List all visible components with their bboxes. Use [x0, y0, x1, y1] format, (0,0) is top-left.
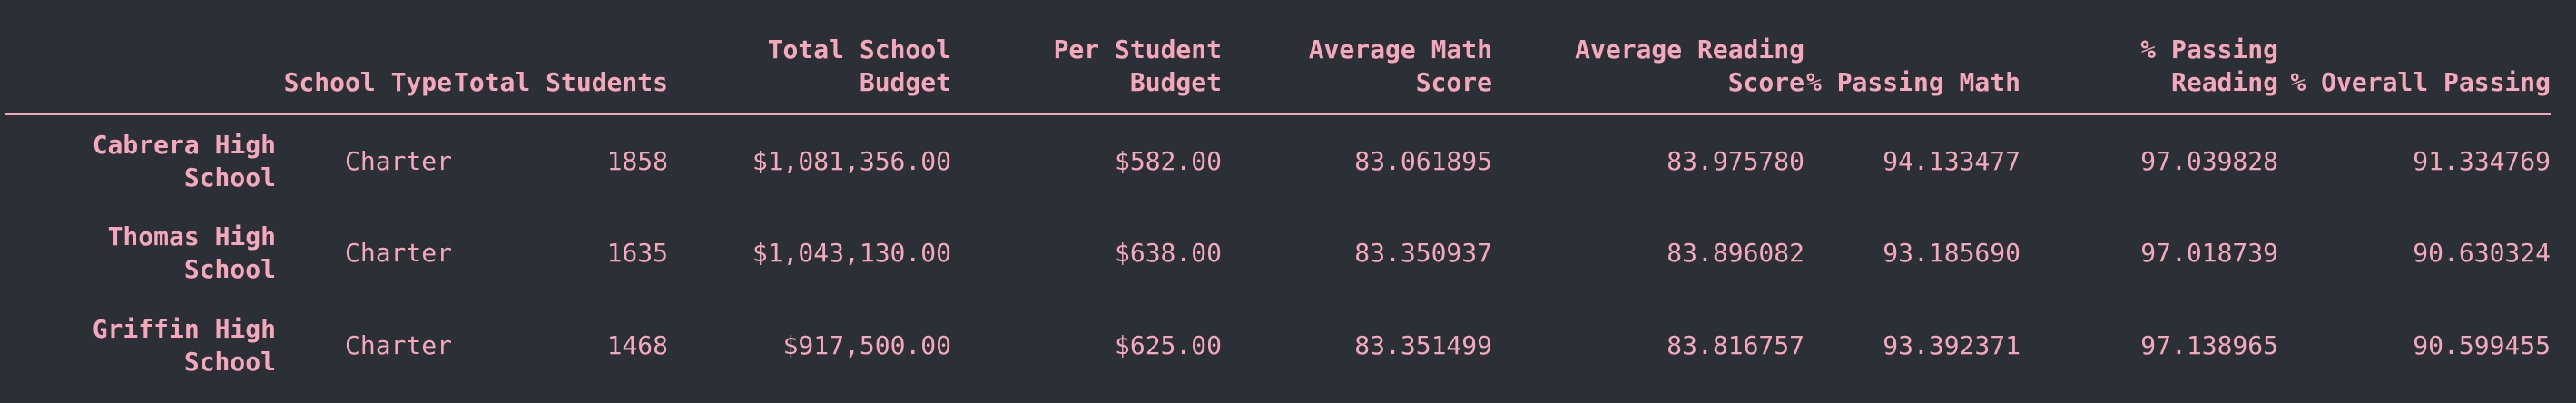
cell-overall-passing: 90.630324	[2413, 238, 2551, 268]
cell-average-math-score: 83.061895	[1354, 145, 1492, 176]
table-body: Cabrera High School Charter 1858 $1,081,…	[5, 114, 2551, 392]
cell-passing-reading: 97.138965	[2140, 330, 2278, 360]
row-index-school-name: Cabrera High School	[92, 129, 276, 192]
cell-average-reading-score: 83.975780	[1667, 145, 1804, 176]
cell-per-student-budget: $625.00	[1114, 330, 1222, 360]
column-header-passing-math: % Passing Math	[1805, 67, 2020, 97]
column-header-overall-passing: % Overall Passing	[2290, 67, 2551, 97]
cell-total-school-budget: $1,081,356.00	[752, 145, 951, 176]
index-header	[5, 0, 276, 114]
cell-passing-reading: 97.018739	[2140, 238, 2278, 268]
column-header-average-reading-score: Average Reading Score	[1575, 34, 1804, 97]
cell-total-students: 1858	[606, 145, 668, 176]
column-header-total-school-budget: Total School Budget	[767, 34, 951, 97]
column-header-total-students: Total Students	[453, 67, 668, 97]
cell-school-type: Charter	[344, 330, 452, 360]
cell-average-reading-score: 83.896082	[1667, 238, 1804, 268]
dataframe-output: School Type Total Students Total School …	[0, 0, 2576, 403]
cell-total-school-budget: $1,043,130.00	[752, 238, 951, 268]
cell-per-student-budget: $638.00	[1114, 238, 1222, 268]
cell-per-student-budget: $582.00	[1114, 145, 1222, 176]
row-index-school-name: Thomas High School	[107, 221, 276, 284]
cell-average-reading-score: 83.816757	[1667, 330, 1804, 360]
cell-passing-math: 93.392371	[1883, 330, 2020, 360]
cell-total-school-budget: $917,500.00	[782, 330, 951, 360]
cell-school-type: Charter	[344, 238, 452, 268]
cell-total-students: 1468	[606, 330, 668, 360]
column-header-passing-reading: % Passing Reading	[2140, 34, 2278, 97]
cell-passing-math: 94.133477	[1883, 145, 2020, 176]
cell-total-students: 1635	[606, 238, 668, 268]
table-row: Cabrera High School Charter 1858 $1,081,…	[5, 114, 2551, 207]
cell-overall-passing: 91.334769	[2413, 145, 2551, 176]
header-row: School Type Total Students Total School …	[5, 0, 2551, 114]
cell-overall-passing: 90.599455	[2413, 330, 2551, 360]
table-header: School Type Total Students Total School …	[5, 0, 2551, 114]
cell-average-math-score: 83.351499	[1354, 330, 1492, 360]
column-header-average-math-score: Average Math Score	[1308, 34, 1492, 97]
cell-school-type: Charter	[344, 145, 452, 176]
column-header-per-student-budget: Per Student Budget	[1053, 34, 1222, 97]
cell-passing-reading: 97.039828	[2140, 145, 2278, 176]
column-header-school-type: School Type	[283, 67, 452, 97]
table-row: Thomas High School Charter 1635 $1,043,1…	[5, 207, 2551, 300]
schools-table: School Type Total Students Total School …	[5, 0, 2551, 392]
cell-passing-math: 93.185690	[1883, 238, 2020, 268]
table-row: Griffin High School Charter 1468 $917,50…	[5, 300, 2551, 392]
row-index-school-name: Griffin High School	[92, 314, 276, 377]
cell-average-math-score: 83.350937	[1354, 238, 1492, 268]
